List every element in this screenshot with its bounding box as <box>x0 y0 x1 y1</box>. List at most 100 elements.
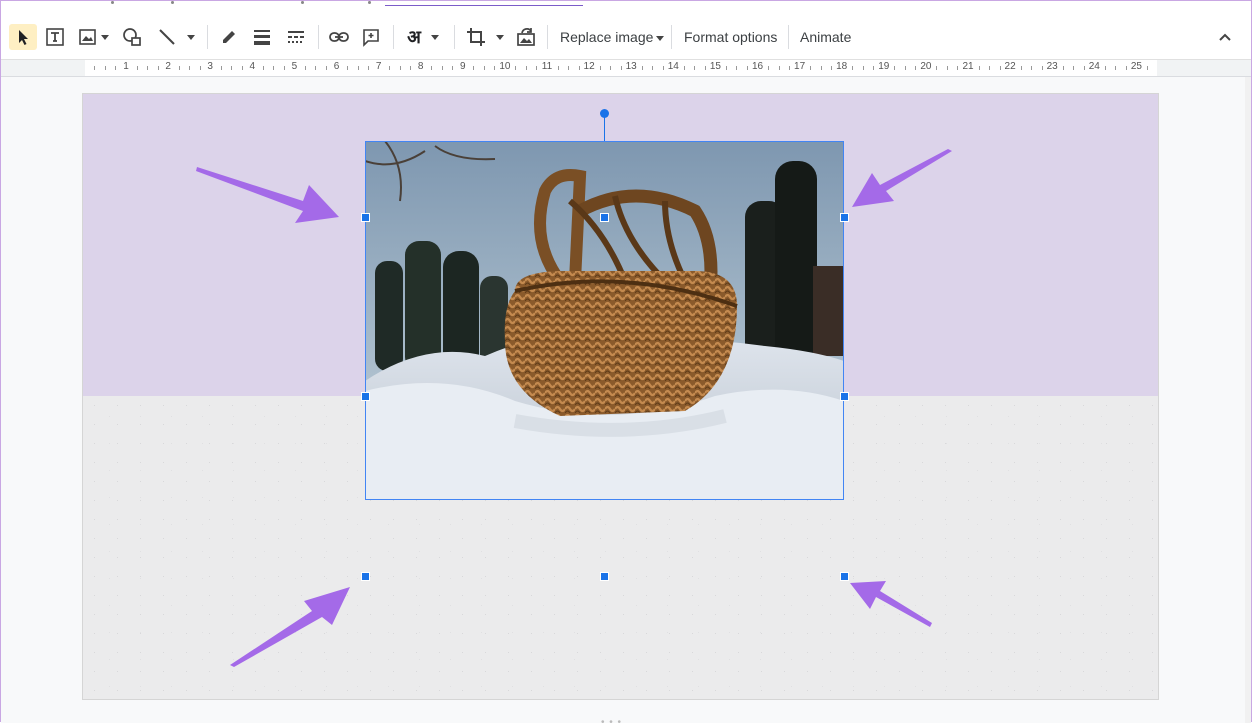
reset-image-tool[interactable] <box>512 24 540 50</box>
ruler-tick <box>262 66 264 70</box>
insert-link-tool[interactable] <box>325 24 353 50</box>
ruler-tick <box>683 66 685 70</box>
border-weight-tool[interactable] <box>248 24 276 50</box>
ruler-tick <box>104 66 106 70</box>
animate-button[interactable]: Animate <box>800 28 851 46</box>
crop-icon <box>467 28 485 46</box>
ruler-tick <box>136 66 138 70</box>
arrow-icon-bottom-right <box>850 581 932 627</box>
ruler-tick <box>662 66 664 70</box>
input-tools[interactable]: अ <box>399 24 447 50</box>
add-comment-tool[interactable] <box>357 24 385 50</box>
insert-image-tool[interactable] <box>74 24 112 50</box>
ruler-number: 25 <box>1130 61 1142 72</box>
ruler-tick <box>894 66 896 70</box>
ruler-tick <box>789 66 791 70</box>
link-icon <box>329 32 349 42</box>
collapse-toolbar-button[interactable] <box>1211 24 1239 50</box>
ruler-tick <box>831 66 833 70</box>
resize-handle-top-left[interactable] <box>361 213 370 222</box>
ruler-tick <box>641 66 643 70</box>
partial-link-underline <box>385 5 583 6</box>
replace-image-button[interactable]: Replace image <box>560 28 665 46</box>
ruler-tick <box>978 66 980 70</box>
ruler-number: 18 <box>836 61 848 72</box>
ruler-tick <box>189 66 191 70</box>
ruler-number: 20 <box>920 61 932 72</box>
resize-handle-bottom[interactable] <box>600 572 609 581</box>
rotation-handle-stem <box>604 114 605 141</box>
ruler-tick <box>525 66 527 70</box>
ruler-number: 16 <box>751 61 764 72</box>
arrow-icon-top-right <box>852 149 952 207</box>
ruler-tick <box>389 66 391 70</box>
ruler-tick <box>483 66 485 70</box>
border-color-tool[interactable] <box>215 24 243 50</box>
comment-icon <box>363 29 379 47</box>
resize-handle-bottom-left[interactable] <box>361 572 370 581</box>
ruler-tick <box>768 66 770 70</box>
ruler-number: 10 <box>499 61 511 72</box>
text-box-icon <box>46 28 64 46</box>
chevron-down-icon <box>187 34 195 40</box>
selected-image[interactable] <box>365 141 844 500</box>
ruler-tick <box>452 66 454 70</box>
select-tool[interactable] <box>9 24 37 50</box>
ruler-number: 19 <box>878 61 890 72</box>
ruler-tick <box>1083 66 1085 70</box>
ruler-tick <box>1115 66 1117 70</box>
vertical-scrollbar[interactable] <box>1245 77 1251 723</box>
ruler-number: 24 <box>1088 61 1100 72</box>
ruler-tick <box>441 66 443 70</box>
shape-tool[interactable] <box>118 24 146 50</box>
ruler-tick <box>399 66 401 70</box>
chevron-down-icon <box>656 35 665 41</box>
ruler-tick <box>736 66 738 70</box>
ruler-tick <box>494 66 496 70</box>
ruler-tick <box>946 66 948 70</box>
resize-handle-top-right[interactable] <box>840 213 849 222</box>
ruler-tick <box>568 66 570 70</box>
ruler-tick <box>231 66 233 70</box>
rotation-handle[interactable] <box>600 109 609 118</box>
ruler-tick <box>999 66 1001 70</box>
ruler-tick <box>778 66 780 70</box>
line-tool[interactable] <box>152 24 200 50</box>
image-icon <box>78 29 96 45</box>
ruler-tick <box>347 66 349 70</box>
border-dash-icon <box>288 31 304 43</box>
ruler-tick <box>241 66 243 70</box>
ruler-number: 22 <box>1004 61 1016 72</box>
resize-handle-top[interactable] <box>600 213 609 222</box>
ruler-tick <box>904 66 906 70</box>
format-options-button[interactable]: Format options <box>684 28 777 46</box>
ruler-tick <box>810 66 812 70</box>
ruler-tick <box>746 66 748 70</box>
ruler-number: 11 <box>541 61 553 72</box>
ruler-tick <box>725 66 727 70</box>
ruler-number: 5 <box>291 61 298 72</box>
crop-tool[interactable] <box>461 24 509 50</box>
ruler-tick <box>1073 66 1075 70</box>
ruler-tick <box>325 66 327 70</box>
ruler-tick <box>283 66 285 70</box>
ruler-number: 12 <box>583 61 595 72</box>
cursor-icon <box>19 30 28 45</box>
line-icon <box>159 29 175 45</box>
chevron-down-icon <box>496 34 504 40</box>
resize-handle-left[interactable] <box>361 392 370 401</box>
ruler-tick <box>315 66 317 70</box>
text-box-tool[interactable] <box>41 24 69 50</box>
panel-resize-grip[interactable]: • • • <box>601 717 622 728</box>
ruler-tick <box>610 66 612 70</box>
ruler-tick <box>410 66 412 70</box>
ruler-number: 17 <box>794 61 806 72</box>
ruler-tick <box>273 66 275 70</box>
ruler-tick <box>1062 66 1064 70</box>
arrow-icon-bottom-left <box>230 587 350 667</box>
ruler-tick <box>1020 66 1022 70</box>
border-dash-tool[interactable] <box>282 24 310 50</box>
horizontal-ruler[interactable]: 1 2 3 4 5 6 7 8 9 10 11 12 13 14 15 16 17 18 19 20 21 22 23 24 2… <box>1 60 1251 77</box>
resize-handle-right[interactable] <box>840 392 849 401</box>
ruler-tick <box>704 66 706 70</box>
